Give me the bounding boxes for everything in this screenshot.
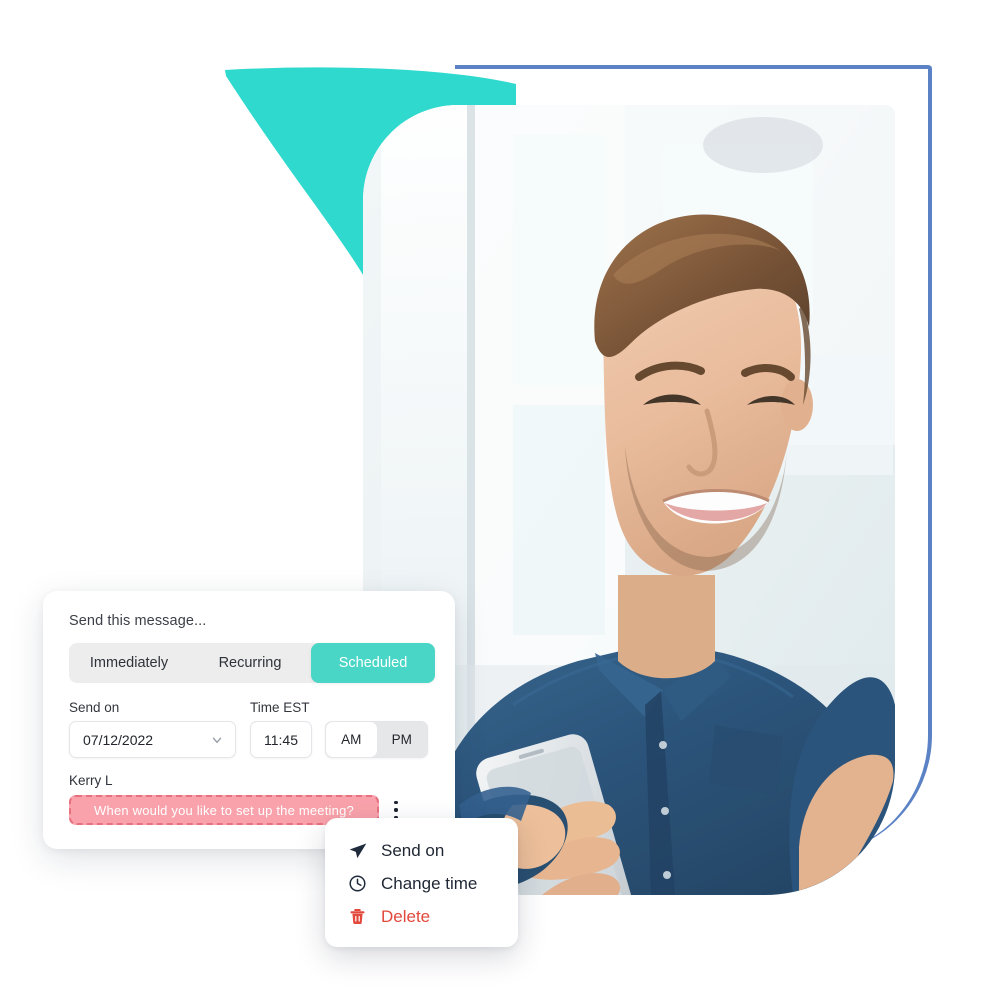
meridiem-am-label: AM xyxy=(341,732,362,747)
card-caption: Send this message... xyxy=(69,613,207,629)
paper-plane-icon xyxy=(347,840,368,861)
schedule-message-card: Send this message... Immediately Recurri… xyxy=(43,591,455,849)
message-sender-name: Kerry L xyxy=(69,773,113,788)
context-menu: Send on Change time Delete xyxy=(325,818,518,947)
send-on-date-value: 07/12/2022 xyxy=(83,731,154,748)
trash-icon xyxy=(347,906,368,927)
menu-item-change-time-label: Change time xyxy=(381,873,478,893)
time-label: Time EST xyxy=(250,700,310,715)
time-field-group: Time EST 11:45 AM PM xyxy=(250,700,428,758)
menu-item-delete-label: Delete xyxy=(381,906,431,926)
meridiem-pm-label: PM xyxy=(391,732,412,747)
clock-icon xyxy=(347,873,368,894)
menu-item-send-on[interactable]: Send on xyxy=(325,834,518,867)
menu-item-delete[interactable]: Delete xyxy=(325,900,518,933)
tab-scheduled[interactable]: Scheduled xyxy=(311,643,435,683)
meridiem-option-am[interactable]: AM xyxy=(326,722,377,757)
time-input[interactable]: 11:45 xyxy=(250,721,312,758)
tab-immediately[interactable]: Immediately xyxy=(69,643,189,683)
datetime-fields: Send on 07/12/2022 Time EST 11:45 AM PM xyxy=(69,700,431,758)
menu-item-change-time[interactable]: Change time xyxy=(325,867,518,900)
kebab-dot xyxy=(394,800,398,805)
time-controls: 11:45 AM PM xyxy=(250,721,428,758)
chevron-down-icon xyxy=(210,733,224,747)
tab-recurring-label: Recurring xyxy=(218,655,282,671)
kebab-dot xyxy=(394,808,398,812)
menu-item-send-on-label: Send on xyxy=(381,840,445,860)
tab-recurring[interactable]: Recurring xyxy=(189,643,311,683)
send-on-label: Send on xyxy=(69,700,120,715)
message-bubble-text: When would you like to set up the meetin… xyxy=(94,802,354,818)
meridiem-option-pm[interactable]: PM xyxy=(377,722,428,757)
tab-immediately-label: Immediately xyxy=(89,655,169,671)
time-value: 11:45 xyxy=(264,731,298,748)
send-on-field-group: Send on 07/12/2022 xyxy=(69,700,236,758)
screenshot-canvas: Send this message... Immediately Recurri… xyxy=(0,0,1000,1000)
send-mode-tabs: Immediately Recurring Scheduled xyxy=(69,643,435,683)
meridiem-toggle: AM PM xyxy=(325,721,428,758)
tab-scheduled-label: Scheduled xyxy=(338,655,408,671)
send-on-date-select[interactable]: 07/12/2022 xyxy=(69,721,236,758)
